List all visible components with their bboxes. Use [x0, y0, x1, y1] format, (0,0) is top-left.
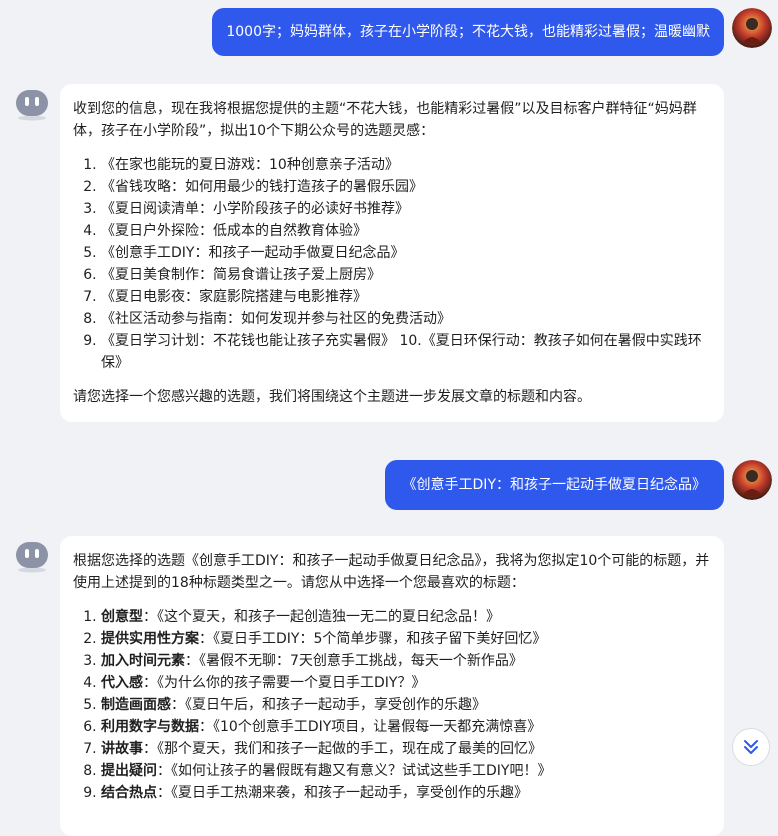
list-item: 利用数字与数据：《10个创意手工DIY项目，让暑假每一天都充满惊喜》: [101, 716, 711, 738]
user-message-1: 1000字；妈妈群体，孩子在小学阶段；不花大钱，也能精彩过暑假；温暖幽默: [212, 8, 772, 56]
title-type: 结合热点: [101, 785, 157, 801]
title-list: 创意型：《这个夏天，和孩子一起创造独一无二的夏日纪念品！》 提供实用性方案：《夏…: [73, 606, 711, 804]
list-item: 创意型：《这个夏天，和孩子一起创造独一无二的夏日纪念品！》: [101, 606, 711, 628]
title-text: ：《如何让孩子的暑假既有趣又有意义？试试这些手工DIY吧！》: [157, 763, 552, 779]
list-item: 《夏日户外探险：低成本的自然教育体验》: [101, 220, 711, 242]
title-text: ：《那个夏天，我们和孩子一起做的手工，现在成了最美的回忆》: [143, 741, 542, 757]
title-type: 利用数字与数据: [101, 719, 199, 735]
title-type: 制造画面感: [101, 697, 171, 713]
bot-message-1-outro: 请您选择一个您感兴趣的选题，我们将围绕这个主题进一步发展文章的标题和内容。: [73, 389, 591, 405]
list-item: 《创意手工DIY：和孩子一起动手做夏日纪念品》: [101, 242, 711, 264]
list-item: 《夏日电影夜：家庭影院搭建与电影推荐》: [101, 286, 711, 308]
title-type: 提出疑问: [101, 763, 157, 779]
list-item: 制造画面感：《夏日午后，和孩子一起动手，享受创作的乐趣》: [101, 694, 711, 716]
bot-message-1-intro: 收到您的信息，现在我将根据您提供的主题“不花大钱，也能精彩过暑假”以及目标客户群…: [73, 101, 697, 139]
list-item: 代入感：《为什么你的孩子需要一个夏日手工DIY？》: [101, 672, 711, 694]
title-text: ：《10个创意手工DIY项目，让暑假每一天都充满惊喜》: [199, 719, 542, 735]
list-item: 加入时间元素：《暑假不无聊：7天创意手工挑战，每天一个新作品》: [101, 650, 711, 672]
list-item: 《夏日阅读清单：小学阶段孩子的必读好书推荐》: [101, 198, 711, 220]
user-message-2: 《创意手工DIY：和孩子一起动手做夏日纪念品》: [384, 460, 772, 510]
list-item: 《社区活动参与指南：如何发现并参与社区的免费活动》: [101, 308, 711, 330]
list-item: 《夏日学习计划：不花钱也能让孩子充实暑假》 10.《夏日环保行动：教孩子如何在暑…: [101, 330, 711, 374]
list-item: 结合热点：《夏日手工热潮来袭，和孩子一起动手，享受创作的乐趣》: [101, 782, 711, 804]
list-item: 《夏日美食制作：简易食谱让孩子爱上厨房》: [101, 264, 711, 286]
list-item: 提供实用性方案：《夏日手工DIY：5个简单步骤，和孩子留下美好回忆》: [101, 628, 711, 650]
title-type: 加入时间元素: [101, 653, 185, 669]
title-text: ：《夏日手工DIY：5个简单步骤，和孩子留下美好回忆》: [199, 631, 547, 647]
title-type: 代入感: [101, 675, 143, 691]
list-item: 《省钱攻略：如何用最少的钱打造孩子的暑假乐园》: [101, 176, 711, 198]
user-avatar[interactable]: [732, 460, 772, 500]
user-bubble-2: 《创意手工DIY：和孩子一起动手做夏日纪念品》: [384, 460, 724, 510]
bot-avatar-icon: [16, 542, 48, 573]
user-bubble-1: 1000字；妈妈群体，孩子在小学阶段；不花大钱，也能精彩过暑假；温暖幽默: [212, 8, 724, 56]
title-text: ：《为什么你的孩子需要一个夏日手工DIY？》: [143, 675, 426, 691]
title-type: 讲故事: [101, 741, 143, 757]
list-item: 提出疑问：《如何让孩子的暑假既有趣又有意义？试试这些手工DIY吧！》: [101, 760, 711, 782]
bot-message-2-intro: 根据您选择的选题《创意手工DIY：和孩子一起动手做夏日纪念品》，我将为您拟定10…: [73, 553, 710, 591]
user-avatar[interactable]: [732, 8, 772, 48]
bot-message-1: 收到您的信息，现在我将根据您提供的主题“不花大钱，也能精彩过暑假”以及目标客户群…: [60, 84, 724, 422]
list-item: 讲故事：《那个夏天，我们和孩子一起做的手工，现在成了最美的回忆》: [101, 738, 711, 760]
title-text: ：《夏日手工热潮来袭，和孩子一起动手，享受创作的乐趣》: [157, 785, 528, 801]
scroll-to-bottom-button[interactable]: [732, 728, 770, 766]
title-type: 提供实用性方案: [101, 631, 199, 647]
bot-avatar-icon: [16, 90, 48, 121]
bot-message-2: 根据您选择的选题《创意手工DIY：和孩子一起动手做夏日纪念品》，我将为您拟定10…: [60, 536, 724, 836]
title-text: ：《暑假不无聊：7天创意手工挑战，每天一个新作品》: [185, 653, 523, 669]
title-type: 创意型: [101, 609, 143, 625]
title-text: ：《这个夏天，和孩子一起创造独一无二的夏日纪念品！》: [143, 609, 500, 625]
list-item: 《在家也能玩的夏日游戏：10种创意亲子活动》: [101, 154, 711, 176]
double-chevron-down-icon: [744, 740, 758, 754]
topic-list: 《在家也能玩的夏日游戏：10种创意亲子活动》 《省钱攻略：如何用最少的钱打造孩子…: [73, 154, 711, 374]
title-text: ：《夏日午后，和孩子一起动手，享受创作的乐趣》: [171, 697, 486, 713]
